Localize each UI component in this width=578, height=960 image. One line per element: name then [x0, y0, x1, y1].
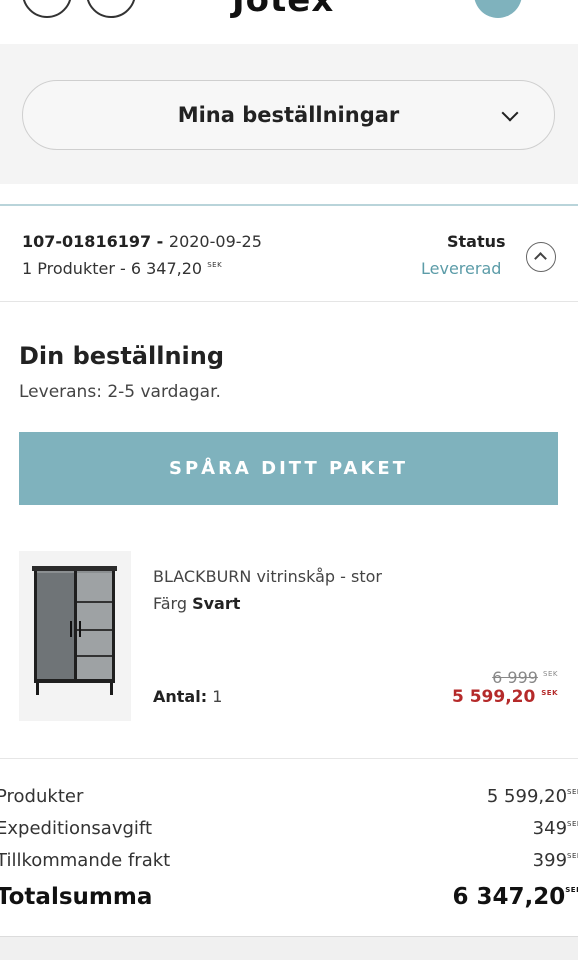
search-button[interactable] [86, 0, 136, 18]
old-price-currency: SEK [543, 670, 558, 678]
summary-currency: SEK [567, 852, 578, 860]
order-summary-line: 1 Produkter - 6 347,20 SEK [22, 259, 223, 278]
orders-dropdown[interactable]: Mina beställningar [22, 80, 555, 150]
order-date: 2020-09-25 [168, 232, 262, 251]
product-quantity: Antal: 1 [153, 687, 222, 706]
product-color: Färg Svart [153, 594, 240, 613]
order-total: 6 347,20 [130, 259, 203, 278]
summary-products-label: Produkter [0, 786, 84, 807]
order-header[interactable]: 107-01816197 - 2020-09-25 1 Produkter - … [0, 204, 578, 302]
product-image[interactable] [19, 551, 131, 721]
track-package-button[interactable]: SPÅRA DITT PAKET [19, 432, 558, 505]
collapse-button[interactable] [526, 242, 556, 272]
sale-price-value: 5 599,20 [451, 687, 536, 707]
status-value: Levererad [421, 259, 502, 278]
order-products-count: 1 Produkter [22, 259, 115, 278]
summary-total-value: 6 347,20 [452, 884, 566, 910]
bottom-band [0, 936, 578, 960]
cabinet-image [19, 551, 131, 721]
delivery-info: Leverans: 2-5 vardagar. [19, 382, 221, 402]
summary-currency: SEK [565, 886, 578, 894]
your-order-title: Din beställning [19, 342, 225, 370]
chevron-up-icon [534, 252, 547, 265]
dropdown-section: Mina beställningar [0, 44, 578, 184]
product-color-label: Färg [153, 594, 187, 613]
product-name[interactable]: BLACKBURN vitrinskåp - stor [153, 567, 382, 586]
product-qty-label: Antal: [153, 687, 208, 706]
summary-shipping-label: Tillkommande frakt [0, 850, 171, 871]
status-label: Status [447, 232, 506, 251]
menu-button[interactable] [22, 0, 72, 18]
summary-shipping-value: 399 [532, 850, 568, 871]
sale-price-currency: SEK [541, 689, 558, 697]
summary-fee-value: 349 [532, 818, 568, 839]
summary-currency: SEK [567, 788, 578, 796]
top-bar: Jotex [0, 0, 578, 44]
summary-fee-label: Expeditionsavgift [0, 818, 152, 839]
sale-price: 5 599,20 SEK [452, 687, 558, 707]
old-price: 6 999 SEK [492, 668, 558, 687]
order-currency: SEK [207, 261, 223, 269]
order-number-line: 107-01816197 - 2020-09-25 [22, 232, 262, 251]
summary-products-value: 5 599,20 [486, 786, 568, 807]
logo[interactable]: Jotex [232, 0, 334, 20]
product-color-value: Svart [192, 594, 241, 613]
summary-currency: SEK [567, 820, 578, 828]
summary-total-label: Totalsumma [0, 884, 153, 910]
track-package-label: SPÅRA DITT PAKET [168, 458, 408, 479]
account-icon[interactable] [474, 0, 522, 18]
old-price-value: 6 999 [492, 668, 538, 687]
orders-dropdown-label: Mina beställningar [177, 103, 400, 127]
product-qty-value: 1 [212, 687, 223, 706]
divider [0, 758, 578, 759]
order-number: 107-01816197 [22, 232, 152, 251]
